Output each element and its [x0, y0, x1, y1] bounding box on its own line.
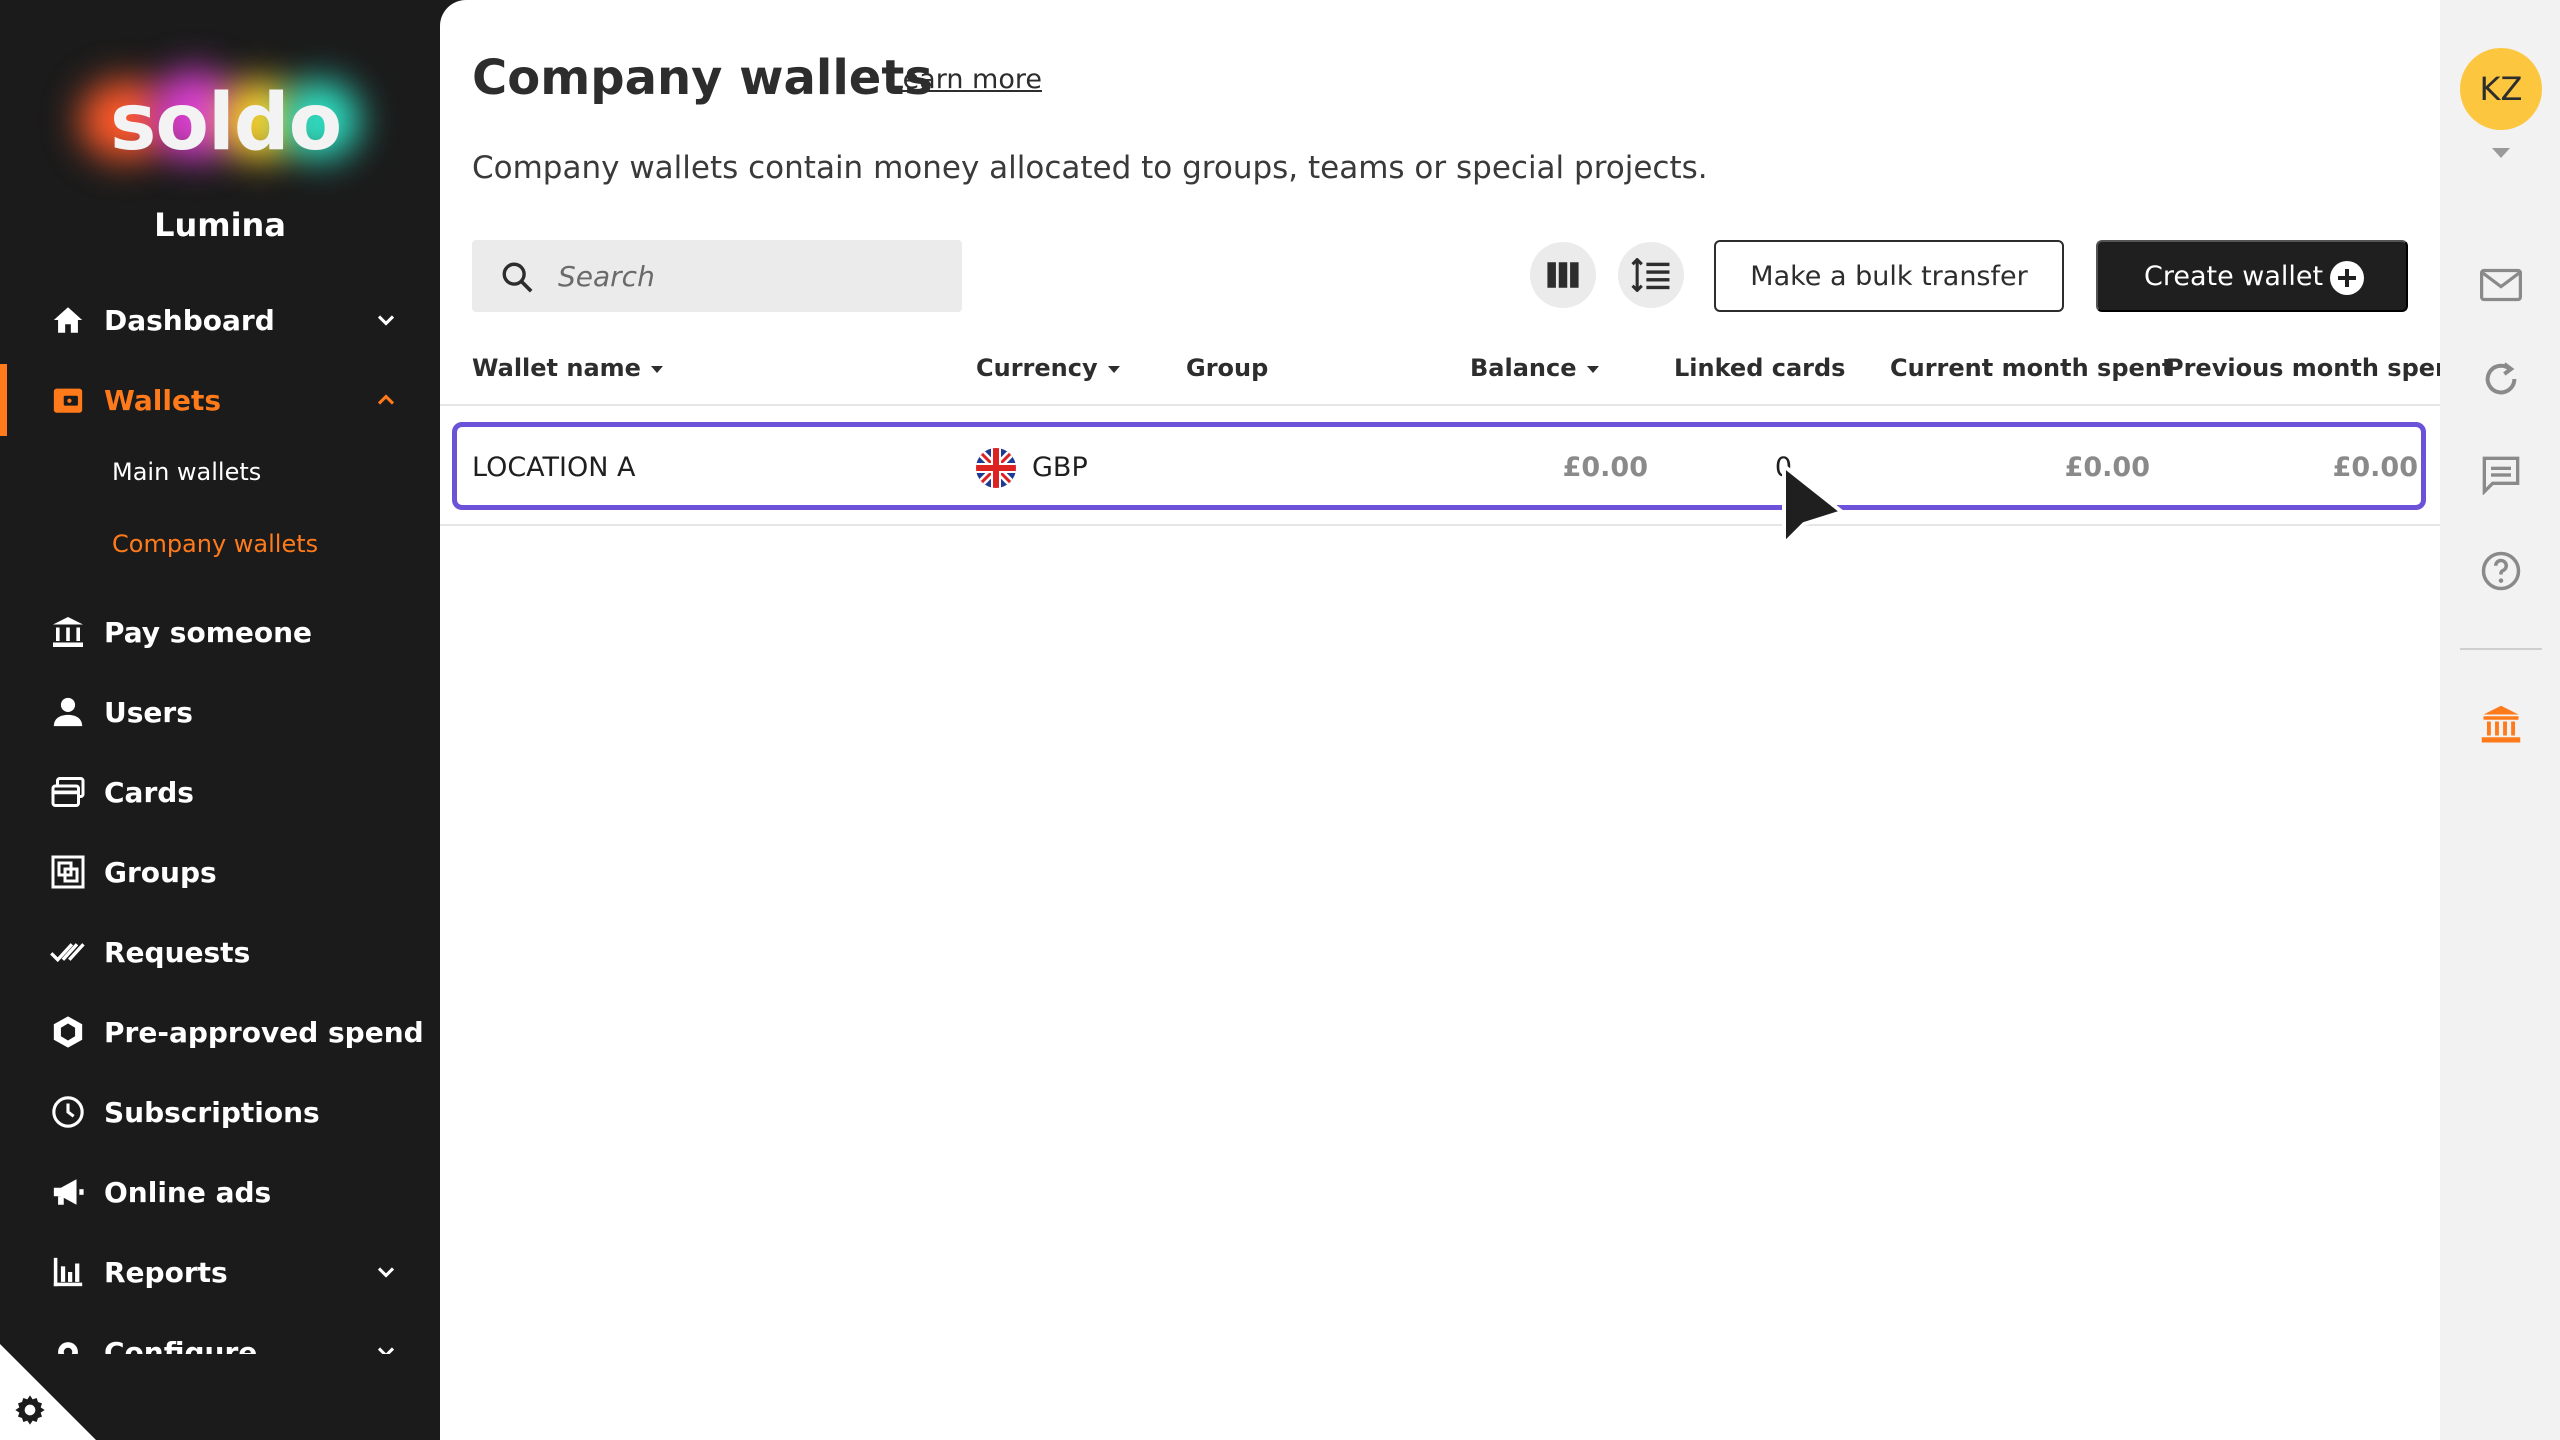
column-header-linked-cards: Linked cards — [1674, 354, 1846, 382]
bank-transfer-icon — [50, 614, 86, 650]
create-wallet-label: Create wallet — [2144, 260, 2324, 292]
gear-icon[interactable] — [14, 1394, 46, 1426]
row-density-button[interactable] — [1618, 242, 1684, 308]
sidebar-item-label: Groups — [104, 855, 217, 889]
column-header-label: Wallet name — [472, 354, 641, 382]
cell-previous-month-spent: £0.00 — [2332, 452, 2418, 483]
create-wallet-button[interactable]: Create wallet — [2096, 240, 2408, 312]
page-description: Company wallets contain money allocated … — [472, 150, 1708, 186]
cell-current-month-spent: £0.00 — [2064, 452, 2150, 483]
sidebar-item-label: Reports — [104, 1255, 228, 1289]
column-header-balance[interactable]: Balance — [1470, 354, 1599, 382]
soldo-logo[interactable]: soldo — [60, 60, 370, 180]
sidebar-item-label: Online ads — [104, 1175, 272, 1209]
wallet-icon — [50, 382, 86, 418]
search-icon — [502, 262, 533, 293]
chevron-down-icon — [377, 315, 395, 326]
home-icon — [50, 302, 86, 338]
sidebar-item-label: Requests — [104, 935, 251, 969]
megaphone-icon — [50, 1174, 86, 1210]
sidebar-item-requests[interactable]: Requests — [0, 916, 440, 988]
cell-linked-cards: 0 — [1682, 452, 1792, 483]
chat-icon[interactable] — [2478, 452, 2524, 498]
sort-caret-icon — [1586, 365, 1599, 373]
sidebar-item-groups[interactable]: Groups — [0, 836, 440, 908]
sidebar-subitem-main-wallets[interactable]: Main wallets — [112, 458, 261, 486]
chevron-down-icon — [377, 1267, 395, 1278]
column-header-label: Balance — [1470, 354, 1577, 382]
help-icon[interactable] — [2478, 548, 2524, 594]
cell-balance: £0.00 — [1562, 452, 1648, 483]
table-header-divider — [440, 404, 2440, 406]
organization-name: Lumina — [154, 206, 286, 244]
sort-caret-icon — [1107, 365, 1120, 373]
plus-circle-icon — [2330, 261, 2364, 295]
sidebar-item-users[interactable]: Users — [0, 676, 440, 748]
bulk-transfer-button[interactable]: Make a bulk transfer — [1714, 240, 2064, 312]
clock-icon — [50, 1094, 86, 1130]
sidebar-item-label: Cards — [104, 775, 194, 809]
sidebar-item-wallets[interactable]: Wallets — [0, 364, 440, 436]
search-input[interactable] — [558, 240, 938, 312]
sidebar-item-reports[interactable]: Reports — [0, 1236, 440, 1308]
uk-flag-icon — [976, 448, 1016, 488]
sidebar-item-label: Wallets — [104, 383, 222, 417]
search-box[interactable] — [472, 240, 962, 312]
chevron-down-icon — [377, 1347, 395, 1354]
rail-divider — [2460, 648, 2542, 650]
column-header-currency[interactable]: Currency — [976, 354, 1120, 382]
column-header-label: Currency — [976, 354, 1098, 382]
sidebar-item-pay-someone[interactable]: Pay someone — [0, 596, 440, 668]
sidebar-item-cards[interactable]: Cards — [0, 756, 440, 828]
column-header-wallet-name[interactable]: Wallet name — [472, 354, 663, 382]
main-content: Company wallets Learn more Company walle… — [440, 0, 2440, 1440]
columns-icon — [1547, 262, 1579, 288]
mouse-pointer-icon — [1782, 464, 1844, 546]
sidebar-subitem-company-wallets[interactable]: Company wallets — [112, 530, 318, 558]
double-check-icon — [50, 934, 86, 970]
sidebar-item-label: Subscriptions — [104, 1095, 320, 1129]
line-spacing-icon — [1631, 258, 1670, 292]
cards-icon — [50, 774, 86, 810]
cell-currency: GBP — [1032, 452, 1088, 483]
sidebar-item-online-ads[interactable]: Online ads — [0, 1156, 440, 1228]
column-header-current-month-spent: Current month spent — [1890, 354, 2174, 382]
sidebar-item-subscriptions[interactable]: Subscriptions — [0, 1076, 440, 1148]
column-header-previous-month-spent: Previous month spent — [2166, 354, 2440, 382]
bar-chart-icon — [50, 1254, 86, 1290]
sort-caret-icon — [650, 365, 663, 373]
bank-icon[interactable] — [2478, 702, 2524, 748]
logo-text: soldo — [110, 78, 342, 168]
sidebar-item-label: Pre-approved spend — [104, 1015, 424, 1049]
user-icon — [50, 694, 86, 730]
sidebar-item-label: Pay someone — [104, 615, 313, 649]
sidebar-item-label: Users — [104, 695, 193, 729]
sidebar-item-label: Dashboard — [104, 303, 275, 337]
groups-icon — [50, 854, 86, 890]
caret-down-icon[interactable] — [2492, 148, 2510, 158]
sidebar-item-label: Configure — [104, 1335, 258, 1355]
chevron-up-icon — [377, 394, 395, 405]
sidebar-item-pre-approved-spend[interactable]: Pre-approved spend — [0, 996, 440, 1068]
learn-more-link[interactable]: Learn more — [888, 64, 1042, 95]
mail-icon[interactable] — [2478, 262, 2524, 308]
refresh-icon[interactable] — [2478, 356, 2524, 402]
hexagon-badge-icon — [50, 1014, 86, 1050]
sidebar-item-dashboard[interactable]: Dashboard — [0, 284, 440, 356]
right-rail: KZ — [2440, 0, 2560, 1440]
columns-view-button[interactable] — [1530, 242, 1596, 308]
page-title: Company wallets — [472, 50, 933, 106]
sidebar: soldo Lumina Dashboard Wallets Main wall… — [0, 0, 440, 1440]
cell-wallet-name: LOCATION A — [472, 452, 636, 483]
column-header-group: Group — [1186, 354, 1269, 382]
user-avatar[interactable]: KZ — [2460, 48, 2542, 130]
table-row-divider — [440, 524, 2440, 526]
